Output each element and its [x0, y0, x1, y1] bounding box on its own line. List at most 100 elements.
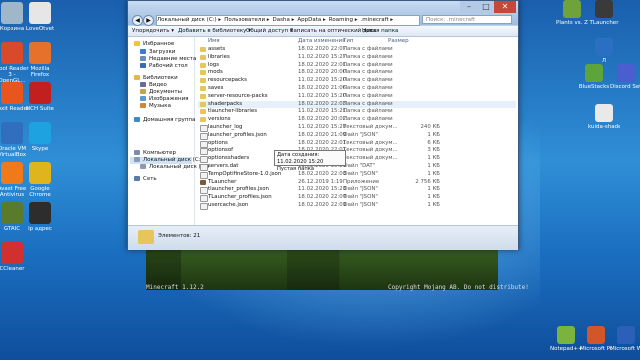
app-icon	[587, 326, 605, 344]
file-name: tlauncher_profiles.json	[208, 186, 269, 193]
desktop-icon[interactable]: BlueStacks	[578, 64, 610, 90]
explorer-window[interactable]: – □ ✕ ◀ ▶ Локальный диск (C:) ▸ Пользоват…	[127, 0, 519, 250]
app-icon	[1, 242, 23, 264]
file-row[interactable]: TempOptifineStore-1.0.json 18.02.2020 22:…	[198, 171, 516, 179]
desktop-icon[interactable]: kuida-shade...	[588, 104, 620, 130]
file-type: Папка с файлами	[343, 77, 393, 84]
file-row[interactable]: tlauncher-libraries 11.02.2020 15:21 Папка…	[198, 108, 516, 116]
nav-item[interactable]: Библиотеки	[134, 75, 178, 82]
app-icon	[29, 162, 51, 184]
file-row[interactable]: launcher_log 11.02.2020 15:20 Текстовый до…	[198, 124, 516, 132]
file-row[interactable]: launcher_profiles.json 18.02.2020 21:09 Фа…	[198, 132, 516, 140]
desktop-icon[interactable]: Mozilla Firefox	[22, 42, 58, 78]
file-row[interactable]: assets 18.02.2020 22:07 Папка с файлами	[198, 46, 516, 54]
breadcrumb-item[interactable]: Dasha ▸	[273, 17, 295, 23]
column-header-size[interactable]: Размер	[388, 38, 409, 44]
desktop-icon[interactable]: Microsoft Word 2010	[610, 326, 640, 352]
folder-icon	[200, 93, 206, 99]
breadcrumb-item[interactable]: Roaming ▸	[329, 17, 358, 23]
toolbar-button[interactable]: Общий доступ ▾	[246, 26, 293, 36]
search-input[interactable]: Поиск: .minecraft	[422, 15, 512, 24]
desktop-icon[interactable]: ip адрес	[22, 202, 58, 232]
nav-item[interactable]: Избранное	[134, 41, 174, 48]
file-name: logs	[208, 61, 220, 68]
nav-item[interactable]: Недавние места	[140, 56, 196, 63]
nav-item[interactable]: Музыка	[140, 103, 171, 110]
file-row[interactable]: tlauncher_profiles.json 11.02.2020 15:23 Ф…	[198, 186, 516, 195]
address-bar[interactable]: Локальный диск (C:) ▸ Пользователи ▸ Dasha…	[156, 15, 420, 26]
desktop-icon-label: TLauncher	[589, 20, 619, 26]
desktop-icon[interactable]: LoveOtvet	[22, 2, 58, 32]
breadcrumb-item[interactable]: Локальный диск (C:) ▸	[157, 17, 221, 23]
app-icon	[1, 122, 23, 144]
file-size: 1 КБ	[427, 155, 440, 162]
back-button[interactable]: ◀	[132, 15, 143, 26]
file-row[interactable]: saves 18.02.2020 21:06 Папка с файлами	[198, 85, 516, 93]
file-row[interactable]: TLauncher_profiles.json 18.02.2020 22:07 Ф…	[198, 194, 516, 203]
breadcrumb-item[interactable]: AppData ▸	[297, 17, 325, 23]
app-icon	[585, 64, 603, 82]
nav-item[interactable]: Рабочий стол	[140, 63, 188, 70]
nav-item[interactable]: Загрузки	[140, 49, 175, 56]
nav-item[interactable]: Локальный диск (C:)	[130, 157, 203, 164]
file-row[interactable]: optionsof18.02.2020 22:01Текстовый докум…	[198, 147, 516, 156]
column-header-date[interactable]: Дата изменения	[298, 38, 345, 44]
file-row[interactable]: shaderpacks 18.02.2020 22:03 Папка с файла…	[198, 100, 516, 109]
toolbar-button[interactable]: Новая папка	[362, 26, 398, 36]
desktop-icon[interactable]: Microsoft PowerPoint...	[580, 326, 612, 352]
file-row[interactable]: mods 18.02.2020 20:00 Папка с файлами	[198, 69, 516, 77]
desktop-icon[interactable]: Discord Setup	[610, 64, 640, 90]
forward-button[interactable]: ▶	[143, 15, 154, 26]
desktop-icon[interactable]: Plants vs. Zombies	[556, 0, 588, 26]
toolbar-button[interactable]: Добавить в библиотеку ▾	[178, 26, 251, 36]
close-button[interactable]: ✕	[494, 1, 516, 13]
file-row[interactable]: resourcepacks 11.02.2020 15:20 Папка с фай…	[198, 77, 516, 85]
file-size: 1 КБ	[427, 170, 440, 177]
file-row[interactable]: optionsshaders18.02.2020 22:01Текстовый …	[198, 155, 516, 164]
nav-icon	[140, 89, 146, 94]
file-name: TLauncher	[208, 178, 237, 185]
desktop-icon[interactable]: CCleaner	[0, 242, 30, 272]
maximize-button[interactable]: □	[478, 1, 494, 13]
file-row[interactable]: servers.dat 11.02.2020 15:20 Файл "DAT" 1 К…	[198, 163, 516, 171]
nav-item[interactable]: Изображения	[140, 96, 188, 103]
file-row[interactable]: libraries 11.02.2020 15:27 Папка с файлами	[198, 54, 516, 62]
toolbar-button[interactable]: Упорядочить ▾	[132, 26, 174, 36]
desktop-icon[interactable]: NCH Suite	[22, 82, 58, 112]
column-header-name[interactable]: Имя	[208, 38, 220, 44]
desktop-icon[interactable]: TLauncher	[588, 0, 620, 26]
app-icon	[1, 202, 23, 224]
file-row[interactable]: TLauncher 26.12.2019 1:19 Приложение 2 756 …	[198, 179, 516, 187]
file-row[interactable]: server-resource-packs 11.02.2020 15:20 Пап…	[198, 93, 516, 101]
nav-item[interactable]: Сеть	[134, 176, 157, 183]
nav-item[interactable]: Домашняя группа	[134, 117, 195, 124]
file-row[interactable]: versions 18.02.2020 20:02 Папка с файлами	[198, 116, 516, 124]
app-icon	[557, 326, 575, 344]
file-type: Папка с файлами	[343, 85, 393, 91]
app-icon	[1, 82, 23, 104]
desktop-icon[interactable]: Notepad++	[550, 326, 582, 352]
file-row[interactable]: options 18.02.2020 22:01 Текстовый докум..…	[198, 140, 516, 148]
app-icon	[563, 0, 581, 18]
minimize-button[interactable]: –	[460, 1, 478, 13]
file-row[interactable]: usercache.json 18.02.2020 22:01 Файл "JSON…	[198, 202, 516, 210]
nav-item[interactable]: Видео	[140, 82, 167, 89]
column-header-type[interactable]: Тип	[343, 38, 354, 44]
file-name: shaderpacks	[208, 100, 243, 107]
desktop-icon[interactable]: Skype	[22, 122, 58, 152]
file-type: Папка с файлами	[343, 61, 393, 68]
desktop-icon[interactable]: Google Chrome	[22, 162, 58, 198]
file-name: launcher_profiles.json	[208, 131, 267, 138]
nav-icon	[140, 56, 146, 61]
nav-label: Домашняя группа	[143, 117, 196, 123]
breadcrumb-item[interactable]: .minecraft ▸	[360, 17, 393, 23]
breadcrumb-item[interactable]: Пользователи ▸	[224, 17, 269, 23]
nav-label: Недавние места	[149, 56, 197, 62]
nav-item[interactable]: Компьютер	[134, 150, 176, 157]
desktop-icon-label: Skype	[31, 146, 49, 152]
app-icon	[595, 104, 613, 122]
desktop-icon[interactable]: Л	[588, 38, 620, 64]
nav-item[interactable]: Документы	[140, 89, 182, 96]
desktop-icon-label: LoveOtvet	[25, 26, 55, 32]
file-row[interactable]: logs 18.02.2020 22:01 Папка с файлами	[198, 62, 516, 70]
